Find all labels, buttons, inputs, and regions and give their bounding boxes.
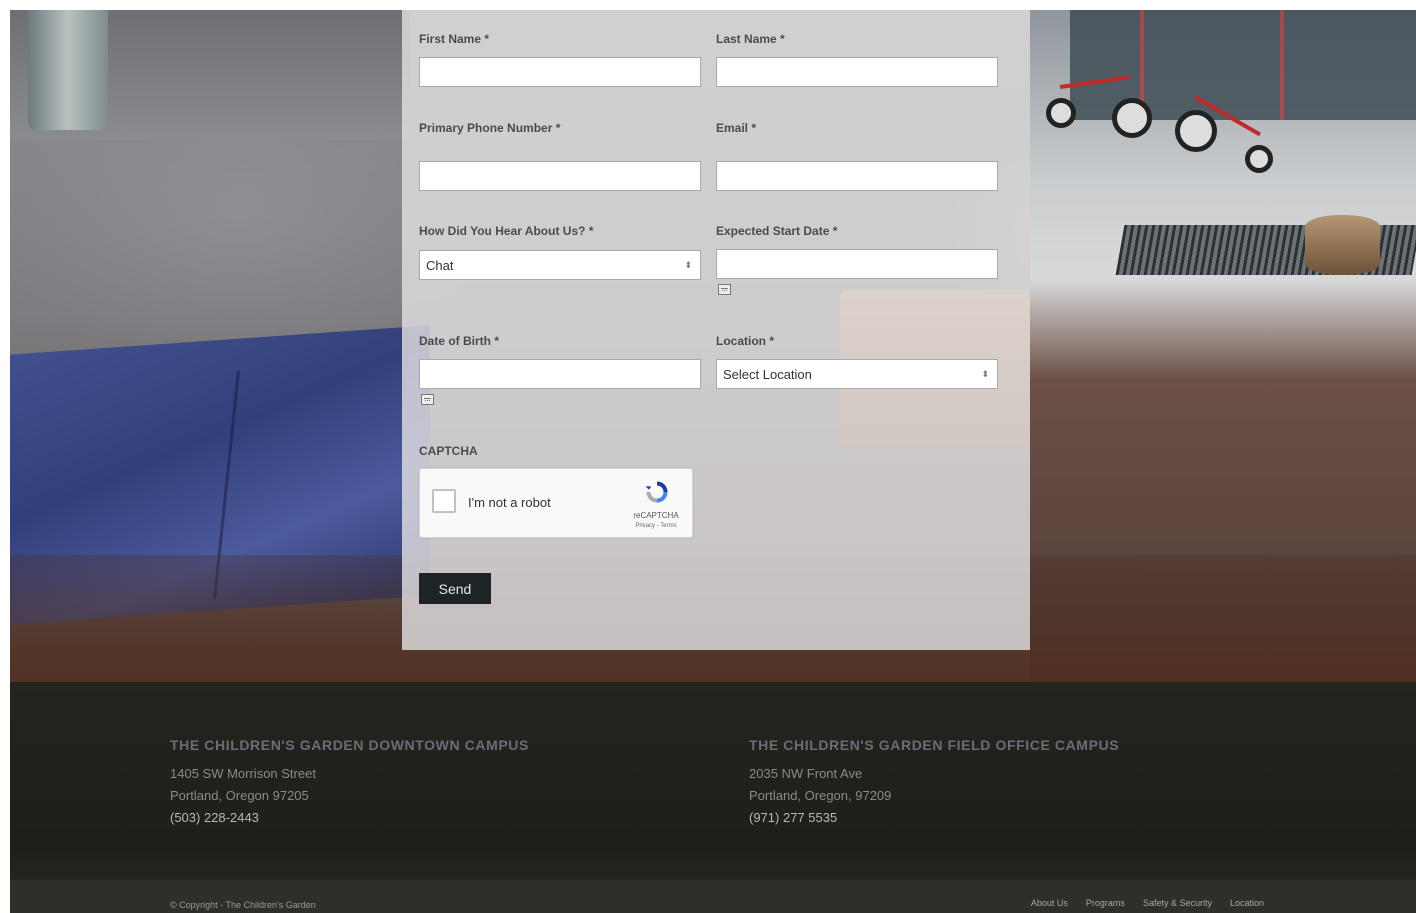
location-selected-value: Select Location [723,366,812,382]
start-date-label: Expected Start Date * [716,224,838,238]
last-name-input[interactable] [716,57,998,87]
select-arrows-icon: ⬍ [981,368,989,379]
location-select[interactable]: Select Location ⬍ [716,359,998,389]
field-office-campus-street: 2035 NW Front Ave [749,766,863,781]
copyright-text: © Copyright - The Children's Garden [170,900,316,910]
dob-field: Date of Birth * [419,334,701,405]
email-input[interactable] [716,161,998,191]
recaptcha-checkbox[interactable] [432,489,456,513]
field-office-campus-phone[interactable]: (971) 277 5535 [749,807,1119,829]
calendar-icon[interactable] [421,394,434,405]
footer-nav-safety-security[interactable]: Safety & Security [1143,898,1212,908]
email-field: Email * [716,121,998,191]
background-tricycle-wheel [1112,98,1152,138]
email-label: Email * [716,121,757,135]
first-name-label: First Name * [419,32,490,46]
last-name-label: Last Name * [716,32,785,46]
phone-field: Primary Phone Number * [419,121,701,191]
downtown-campus-phone[interactable]: (503) 228-2443 [170,807,529,829]
dob-label: Date of Birth * [419,334,500,348]
downtown-campus: THE CHILDREN'S GARDEN DOWNTOWN CAMPUS 14… [170,737,529,829]
first-name-input[interactable] [419,57,701,87]
send-button[interactable]: Send [419,573,491,604]
footer-nav-location[interactable]: Location [1230,898,1264,908]
recaptcha-widget: I'm not a robot reCAPTCHA Privacy - Term… [419,468,693,538]
downtown-campus-street: 1405 SW Morrison Street [170,766,316,781]
background-tricycle-wheel [1175,110,1217,152]
dob-input[interactable] [419,359,701,389]
start-date-field: Expected Start Date * [716,224,998,295]
background-pillar [28,10,108,130]
field-office-campus: THE CHILDREN'S GARDEN FIELD OFFICE CAMPU… [749,737,1119,829]
recaptcha-privacy-terms[interactable]: Privacy - Terms [620,523,692,529]
footer-nav-about-us[interactable]: About Us [1031,898,1068,908]
recaptcha-logo-icon [645,481,668,503]
background-stump [1305,215,1380,275]
footer: THE CHILDREN'S GARDEN DOWNTOWN CAMPUS 14… [10,682,1416,913]
start-date-input[interactable] [716,249,998,279]
downtown-campus-title: THE CHILDREN'S GARDEN DOWNTOWN CAMPUS [170,737,529,753]
background-tricycle-wheel [1046,98,1076,128]
footer-nav: About Us Programs Safety & Security Loca… [1031,898,1264,908]
hear-about-select[interactable]: Chat ⬍ [419,250,701,280]
first-name-field: First Name * [419,32,701,87]
last-name-field: Last Name * [716,32,998,87]
calendar-icon[interactable] [718,284,731,295]
background-tricycle-wheel [1245,145,1273,173]
location-label: Location * [716,334,775,348]
phone-input[interactable] [419,161,701,191]
recaptcha-brand: reCAPTCHA [633,511,679,520]
hear-about-selected-value: Chat [426,257,454,273]
field-office-campus-city: Portland, Oregon, 97209 [749,788,892,803]
hear-about-field: How Did You Hear About Us? * Chat ⬍ [419,224,701,280]
phone-label: Primary Phone Number * [419,121,561,135]
enrollment-form: First Name * Last Name * Primary Phone N… [402,10,1030,650]
hear-about-label: How Did You Hear About Us? * [419,224,594,238]
select-arrows-icon: ⬍ [684,259,692,270]
captcha-label: CAPTCHA [419,444,478,458]
location-field: Location * Select Location ⬍ [716,334,998,389]
field-office-campus-title: THE CHILDREN'S GARDEN FIELD OFFICE CAMPU… [749,737,1120,753]
footer-bottom-bar: © Copyright - The Children's Garden Abou… [10,880,1416,913]
recaptcha-text: I'm not a robot [468,495,551,510]
downtown-campus-city: Portland, Oregon 97205 [170,788,309,803]
footer-nav-programs[interactable]: Programs [1086,898,1125,908]
captcha-field: CAPTCHA [419,444,478,458]
